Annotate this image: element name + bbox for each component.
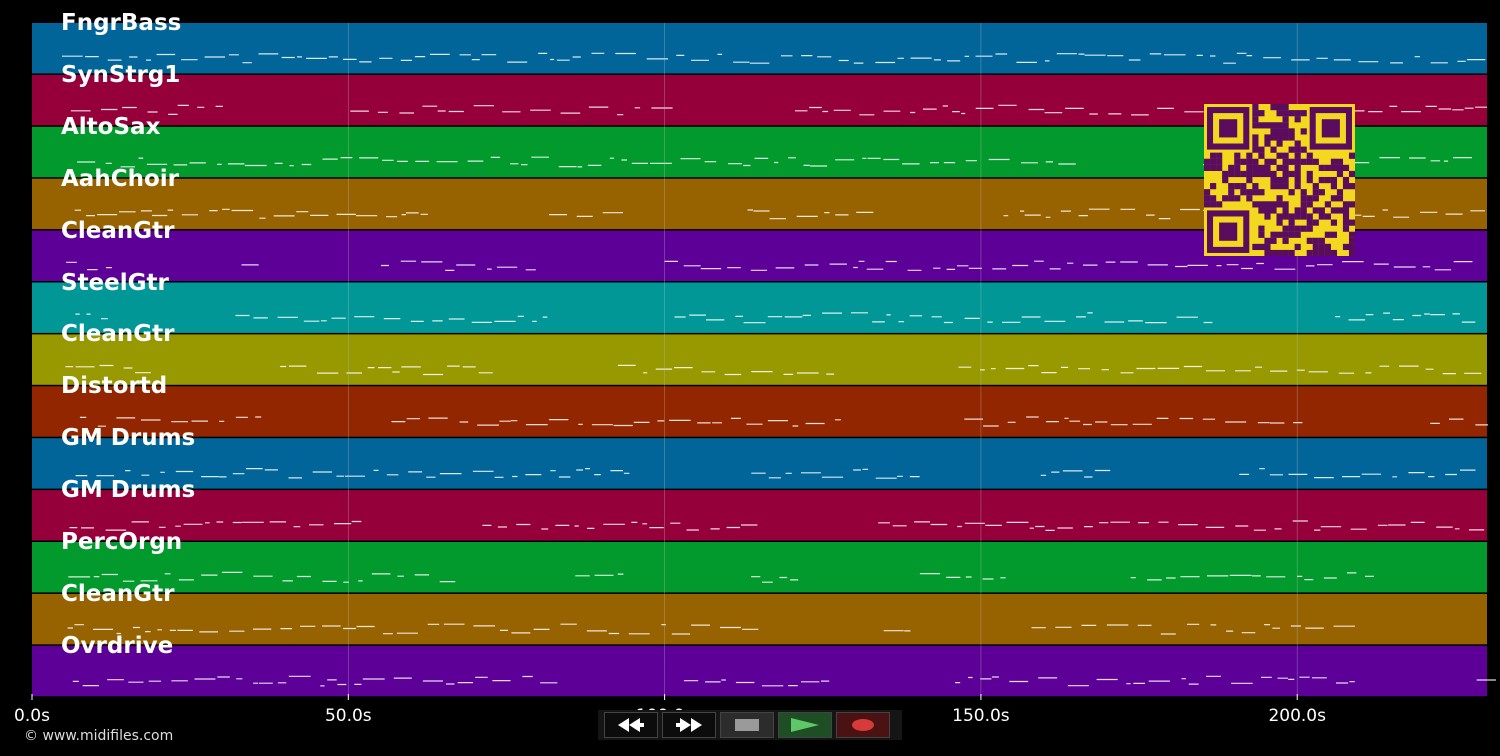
record-icon xyxy=(852,719,874,731)
track-label: SteelGtr xyxy=(61,269,169,296)
track-lane xyxy=(32,542,1487,593)
fast-forward-icon xyxy=(676,718,702,732)
track-label: CleanGtr xyxy=(61,217,175,244)
track-label: SynStrg1 xyxy=(61,61,181,88)
transport-controls xyxy=(598,710,902,740)
track-label: CleanGtr xyxy=(61,580,175,607)
tick-label: 0.0s xyxy=(14,706,50,726)
track-lane xyxy=(32,334,1487,385)
track-label: AltoSax xyxy=(61,113,161,140)
play-icon xyxy=(791,718,819,732)
track-lane xyxy=(32,593,1487,645)
track-lane xyxy=(32,490,1487,541)
track-label: CleanGtr xyxy=(61,321,175,348)
track-lane xyxy=(32,645,1487,697)
rewind-icon xyxy=(618,718,644,732)
track-lane xyxy=(32,282,1487,333)
track-lane xyxy=(32,386,1487,437)
track-label: FngrBass xyxy=(61,10,182,36)
stop-icon xyxy=(735,719,759,731)
track-label: GM Drums xyxy=(61,477,196,504)
track-lane xyxy=(32,23,1487,74)
play-button[interactable] xyxy=(778,712,832,738)
qr-code xyxy=(1204,104,1356,257)
track-label: GM Drums xyxy=(61,425,196,452)
tick-label: 50.0s xyxy=(324,706,372,726)
copyright-notice: © www.midifiles.com xyxy=(24,728,174,744)
rewind-button[interactable] xyxy=(604,712,658,738)
record-button[interactable] xyxy=(836,712,890,738)
track-label: Distortd xyxy=(61,373,168,400)
track-label: AahChoir xyxy=(61,165,179,192)
tick-label: 200.0s xyxy=(1268,706,1326,726)
track-label: Ovrdrive xyxy=(61,632,174,659)
track-lane xyxy=(32,438,1487,489)
tick-label: 150.0s xyxy=(952,706,1010,726)
track-label: PercOrgn xyxy=(61,529,183,555)
stop-button[interactable] xyxy=(720,712,774,738)
fast-forward-button[interactable] xyxy=(662,712,716,738)
